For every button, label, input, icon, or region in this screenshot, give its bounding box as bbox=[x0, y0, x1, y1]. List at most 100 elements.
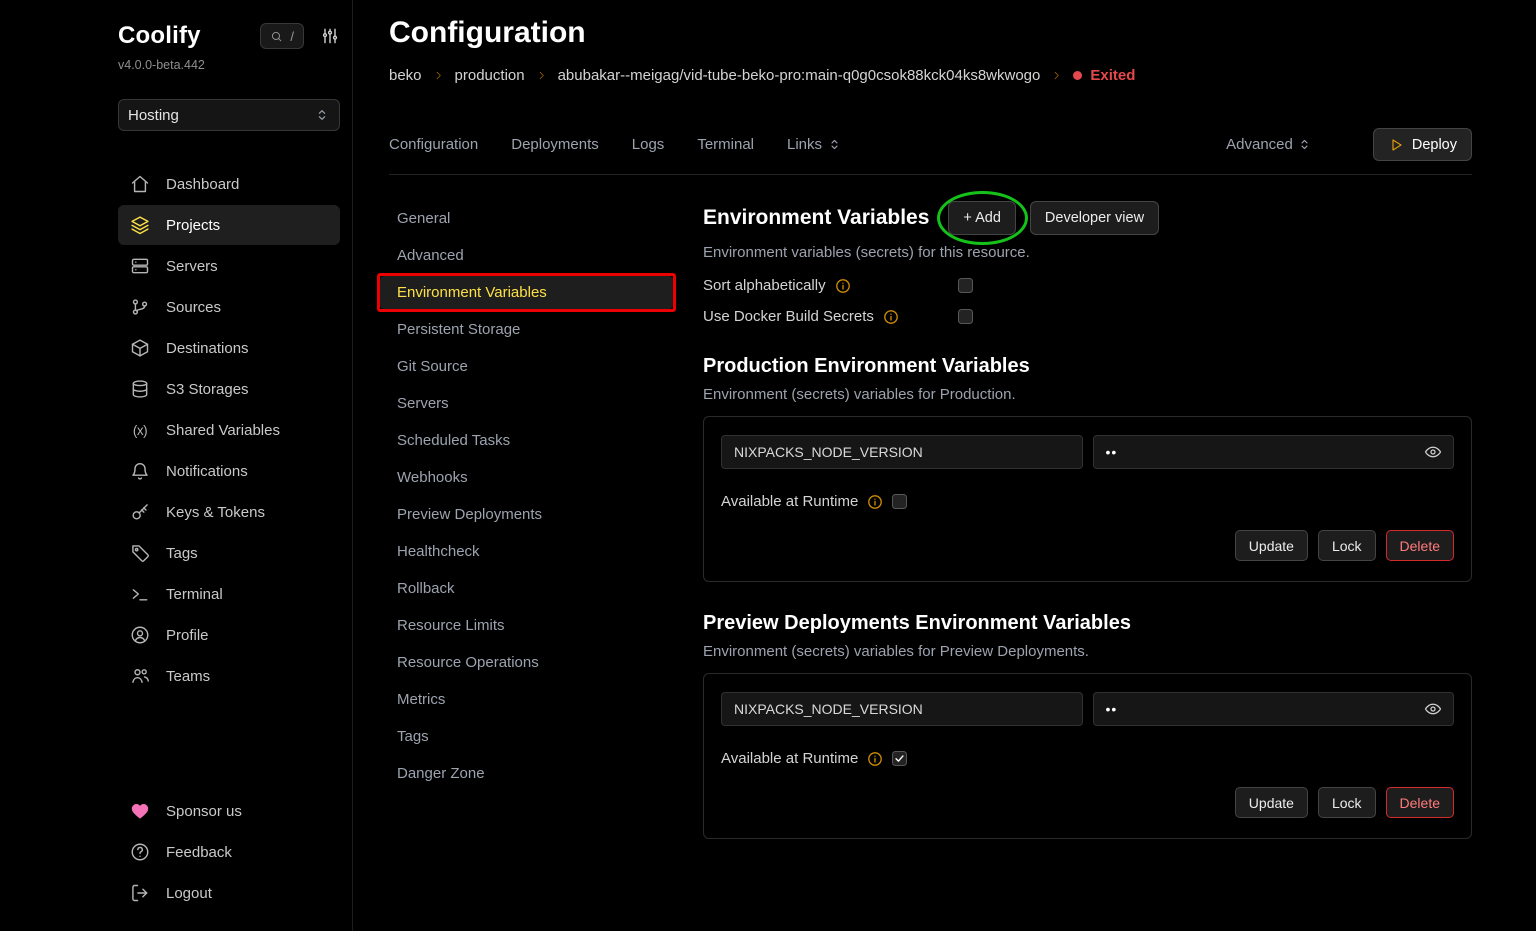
sidebar-item-label: Terminal bbox=[166, 586, 223, 603]
sidebar-item-label: Feedback bbox=[166, 844, 232, 861]
available-at-runtime-checkbox[interactable] bbox=[892, 751, 907, 766]
subnav-item-tags[interactable]: Tags bbox=[380, 720, 673, 753]
subnav-item-rollback[interactable]: Rollback bbox=[380, 572, 673, 605]
sidebar-item-tags[interactable]: Tags bbox=[118, 533, 340, 573]
page-title: Configuration bbox=[389, 16, 1472, 50]
subnav-item-healthcheck[interactable]: Healthcheck bbox=[380, 535, 673, 568]
docker-build-secrets-label: Use Docker Build Secrets bbox=[703, 308, 874, 325]
database-icon bbox=[130, 379, 150, 399]
tab-configuration[interactable]: Configuration bbox=[389, 136, 478, 153]
breadcrumb-environment[interactable]: production bbox=[455, 67, 525, 84]
git-branch-icon bbox=[130, 297, 150, 317]
toggle-label-group: Use Docker Build Secrets bbox=[703, 308, 958, 325]
breadcrumb-resource[interactable]: abubakar--meigag/vid-tube-beko-pro:main-… bbox=[558, 67, 1041, 84]
layers-icon bbox=[130, 215, 150, 235]
sidebar-item-profile[interactable]: Profile bbox=[118, 615, 340, 655]
tab-terminal[interactable]: Terminal bbox=[697, 136, 754, 153]
breadcrumb-chevron-icon bbox=[433, 70, 444, 81]
subnav-item-danger-zone[interactable]: Danger Zone bbox=[380, 757, 673, 790]
lock-button[interactable]: Lock bbox=[1318, 787, 1376, 818]
env-value-input[interactable] bbox=[1093, 692, 1455, 726]
info-icon bbox=[883, 309, 899, 325]
subnav-item-metrics[interactable]: Metrics bbox=[380, 683, 673, 716]
tab-links[interactable]: Links bbox=[787, 136, 842, 153]
available-at-runtime-label: Available at Runtime bbox=[721, 493, 858, 510]
team-selector[interactable]: Hosting bbox=[118, 99, 340, 131]
eye-icon[interactable] bbox=[1424, 443, 1442, 461]
settings-sliders-icon[interactable] bbox=[320, 26, 340, 46]
eye-icon[interactable] bbox=[1424, 700, 1442, 718]
breadcrumb: beko production abubakar--meigag/vid-tub… bbox=[389, 67, 1472, 84]
sliders-icon bbox=[320, 26, 340, 46]
tab-logs[interactable]: Logs bbox=[632, 136, 665, 153]
app-logo[interactable]: Coolify bbox=[118, 22, 201, 50]
production-env-card: Available at Runtime Update Lock Delete bbox=[703, 416, 1472, 582]
sidebar-item-label: Teams bbox=[166, 668, 210, 685]
env-value-wrapper bbox=[1093, 435, 1455, 469]
sidebar-item-servers[interactable]: Servers bbox=[118, 246, 340, 286]
sidebar-item-projects[interactable]: Projects bbox=[118, 205, 340, 245]
sort-alphabetically-checkbox[interactable] bbox=[958, 278, 973, 293]
sidebar-item-feedback[interactable]: Feedback bbox=[118, 832, 340, 872]
add-env-variable-button[interactable]: + Add bbox=[948, 201, 1016, 235]
subnav-item-resource-operations[interactable]: Resource Operations bbox=[380, 646, 673, 679]
sidebar-item-sponsor-us[interactable]: Sponsor us bbox=[118, 791, 340, 831]
env-key-input[interactable] bbox=[721, 435, 1083, 469]
subnav-item-environment-variables[interactable]: Environment Variables bbox=[380, 276, 673, 309]
subnav-item-resource-limits[interactable]: Resource Limits bbox=[380, 609, 673, 642]
sort-alphabetically-label: Sort alphabetically bbox=[703, 277, 826, 294]
container-cube-icon bbox=[130, 338, 150, 358]
sidebar-item-terminal[interactable]: Terminal bbox=[118, 574, 340, 614]
sidebar-item-s3-storages[interactable]: S3 Storages bbox=[118, 369, 340, 409]
advanced-label: Advanced bbox=[1226, 136, 1293, 153]
env-key-wrapper bbox=[721, 435, 1083, 469]
deploy-label: Deploy bbox=[1412, 137, 1457, 153]
developer-view-button[interactable]: Developer view bbox=[1030, 201, 1159, 235]
breadcrumb-project[interactable]: beko bbox=[389, 67, 422, 84]
subnav-item-servers[interactable]: Servers bbox=[380, 387, 673, 420]
sidebar-item-label: Projects bbox=[166, 217, 220, 234]
chevron-updown-icon bbox=[1297, 137, 1312, 152]
help-circle-icon bbox=[130, 842, 150, 862]
sidebar-item-logout[interactable]: Logout bbox=[118, 873, 340, 913]
env-value-input[interactable] bbox=[1093, 435, 1455, 469]
available-at-runtime-checkbox[interactable] bbox=[892, 494, 907, 509]
sidebar-item-notifications[interactable]: Notifications bbox=[118, 451, 340, 491]
update-button[interactable]: Update bbox=[1235, 787, 1308, 818]
coolify-app: Coolify / v4.0.0-beta.442 Hosting Dashbo… bbox=[0, 0, 1536, 931]
advanced-dropdown[interactable]: Advanced bbox=[1226, 136, 1312, 153]
subnav-item-webhooks[interactable]: Webhooks bbox=[380, 461, 673, 494]
sidebar-item-keys-tokens[interactable]: Keys & Tokens bbox=[118, 492, 340, 532]
sidebar-item-sources[interactable]: Sources bbox=[118, 287, 340, 327]
available-at-runtime-label: Available at Runtime bbox=[721, 750, 858, 767]
subnav-item-preview-deployments[interactable]: Preview Deployments bbox=[380, 498, 673, 531]
sidebar-item-label: S3 Storages bbox=[166, 381, 249, 398]
preview-env-card: Available at Runtime Update Lock Delete bbox=[703, 673, 1472, 839]
sidebar-item-teams[interactable]: Teams bbox=[118, 656, 340, 696]
delete-button[interactable]: Delete bbox=[1386, 530, 1454, 561]
search-shortcut-button[interactable]: / bbox=[260, 23, 304, 49]
sidebar-footer: Sponsor us Feedback Logout bbox=[118, 791, 340, 915]
subnav-item-persistent-storage[interactable]: Persistent Storage bbox=[380, 313, 673, 346]
sidebar-item-shared-variables[interactable]: (x) Shared Variables bbox=[118, 410, 340, 450]
docker-build-secrets-checkbox[interactable] bbox=[958, 309, 973, 324]
sidebar-item-dashboard[interactable]: Dashboard bbox=[118, 164, 340, 204]
team-selector-value: Hosting bbox=[128, 107, 179, 124]
sidebar-item-destinations[interactable]: Destinations bbox=[118, 328, 340, 368]
tab-label: Links bbox=[787, 136, 822, 153]
delete-button[interactable]: Delete bbox=[1386, 787, 1454, 818]
subnav-item-git-source[interactable]: Git Source bbox=[380, 350, 673, 383]
env-key-input[interactable] bbox=[721, 692, 1083, 726]
subnav-item-general[interactable]: General bbox=[380, 202, 673, 235]
user-circle-icon bbox=[130, 625, 150, 645]
subnav-item-scheduled-tasks[interactable]: Scheduled Tasks bbox=[380, 424, 673, 457]
deploy-button[interactable]: Deploy bbox=[1373, 128, 1472, 161]
update-button[interactable]: Update bbox=[1235, 530, 1308, 561]
subnav-item-label: Environment Variables bbox=[397, 284, 547, 301]
tab-deployments[interactable]: Deployments bbox=[511, 136, 599, 153]
heart-icon bbox=[130, 801, 150, 821]
lock-button[interactable]: Lock bbox=[1318, 530, 1376, 561]
available-at-runtime-row: Available at Runtime bbox=[721, 750, 1454, 767]
info-icon bbox=[867, 494, 883, 510]
subnav-item-advanced[interactable]: Advanced bbox=[380, 239, 673, 272]
